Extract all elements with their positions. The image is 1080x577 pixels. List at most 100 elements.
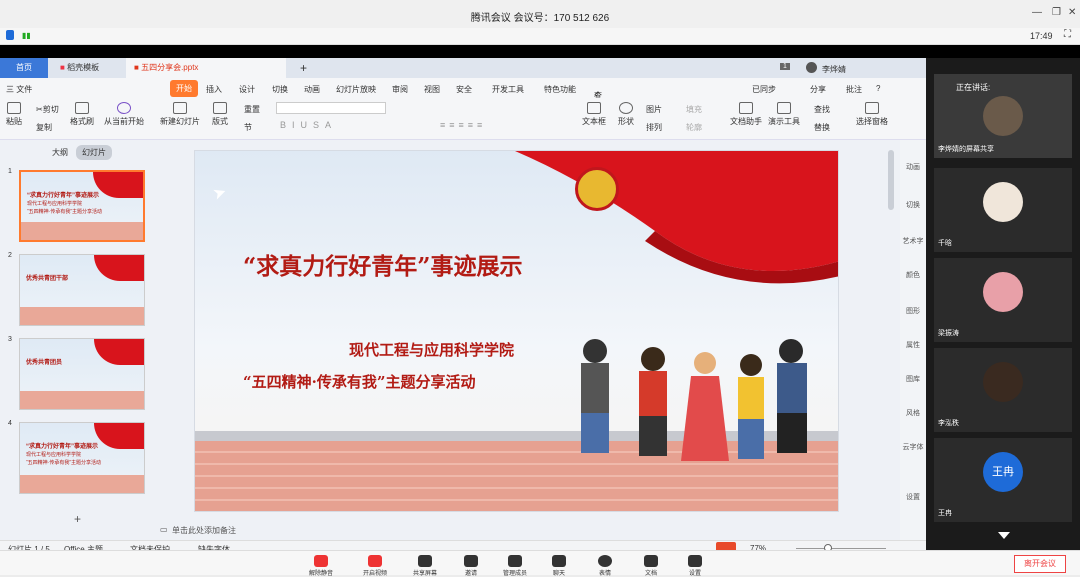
thumb-title: 优秀共青团员 — [26, 360, 63, 366]
rail-settings[interactable]: 设置 — [900, 492, 926, 502]
present-tools-button[interactable]: 演示工具 — [768, 102, 800, 127]
synced-status[interactable]: 已同步 — [752, 84, 776, 95]
fill-button[interactable]: 填充 — [686, 104, 702, 115]
docs-button[interactable]: 文档 — [636, 555, 666, 577]
tab-home[interactable]: 首页 — [0, 58, 48, 78]
rail-properties[interactable]: 属性 — [900, 340, 926, 350]
tab-template[interactable]: ■ 稻壳模板 — [52, 58, 124, 78]
cut-button[interactable]: ✂剪切 — [36, 104, 59, 115]
slide-title: “求真力行好青年”事迹展示 — [243, 253, 523, 280]
rail-transition[interactable]: 切换 — [900, 200, 926, 210]
menu-slideshow[interactable]: 幻灯片放映 — [336, 84, 376, 95]
font-style-buttons[interactable]: BIUSA — [280, 120, 337, 130]
emoji-button[interactable]: 表情 — [590, 555, 620, 577]
chat-label: 聊天 — [552, 571, 565, 577]
menu-review[interactable]: 审阅 — [392, 84, 408, 95]
image-button[interactable]: 图片 — [646, 104, 662, 115]
menu-devtools[interactable]: 开发工具 — [492, 84, 524, 95]
slide-thumbnail[interactable]: 优秀共青团员 — [19, 338, 145, 410]
thumb-title: “求真力行好青年”事迹展示 — [27, 193, 100, 199]
reset-button[interactable]: 重置 — [244, 104, 260, 115]
share-button[interactable]: 分享 — [810, 84, 826, 95]
rail-cloud-font[interactable]: 云字体 — [900, 442, 926, 452]
settings-button[interactable]: 设置 — [680, 555, 710, 577]
mute-button[interactable]: 解除静音 — [306, 555, 336, 577]
notes-area[interactable]: ▭ 单击此处添加备注 — [160, 520, 900, 540]
shape-button[interactable]: 形状 — [618, 102, 634, 127]
new-slide-button[interactable]: 新建幻灯片 — [160, 102, 200, 127]
vertical-scrollbar[interactable] — [888, 150, 894, 210]
slide-thumbnail[interactable]: 优秀共青团干部 — [19, 254, 145, 326]
chat-button[interactable]: 聊天 — [544, 555, 574, 577]
menu-animation[interactable]: 动画 — [304, 84, 320, 95]
arrange-button[interactable]: 排列 — [646, 122, 662, 133]
participant-tile[interactable]: 梁振涛 — [934, 258, 1072, 342]
font-family-select[interactable] — [276, 102, 386, 114]
rail-graphics[interactable]: 图形 — [900, 306, 926, 316]
paste-button[interactable]: 粘贴 — [6, 102, 22, 127]
rail-gallery[interactable]: 图库 — [900, 374, 926, 384]
slide-thumbnail[interactable]: “求真力行好青年”事迹展示 现代工程与应用科学学院 “五四精神·传承有我”主题分享活… — [19, 422, 145, 494]
outline-button[interactable]: 轮廓 — [686, 122, 702, 133]
brush-icon — [75, 102, 89, 114]
scroll-down-icon[interactable] — [998, 532, 1010, 539]
arrange-label: 排列 — [646, 123, 662, 132]
textbox-button[interactable]: 文本框 — [582, 102, 606, 127]
doc-assistant-label: 文档助手 — [730, 117, 762, 126]
section-button[interactable]: 节 — [244, 122, 252, 133]
minimize-button[interactable]: — — [1032, 7, 1042, 18]
help-button[interactable]: ? — [876, 84, 880, 93]
ppt-icon: ■ — [134, 63, 139, 72]
menu-insert[interactable]: 插入 — [206, 84, 222, 95]
copy-button[interactable]: 复制 — [36, 122, 52, 133]
meeting-toolbar: 解除静音 开启视频 共享屏幕 邀请 管理成员 聊天 表情 文档 设置 离开会议 — [0, 550, 1080, 577]
slide-thumbnail[interactable]: “求真力行好青年”事迹展示 现代工程与应用科学学院 “五四精神·传承有我”主题分享活… — [19, 170, 145, 242]
thumbnail-number: 1 — [8, 168, 12, 175]
video-button[interactable]: 开启视频 — [360, 555, 390, 577]
zoom-slider[interactable] — [796, 548, 886, 549]
fullscreen-icon[interactable]: ⛶ — [1064, 29, 1071, 40]
new-tab-button[interactable]: + — [292, 58, 315, 78]
slide-editor: ➤ “求真力行好青年”事迹展示 现代工程与应用科学学院 “五四精神·传承有我”主… — [160, 140, 900, 520]
user-avatar[interactable] — [806, 62, 817, 73]
layout-button[interactable]: 版式 — [212, 102, 228, 127]
replace-button[interactable]: 替换 — [814, 122, 830, 133]
menu-start[interactable]: 开始 — [170, 80, 198, 97]
paragraph-align-buttons[interactable]: ≡≡≡≡≡ — [440, 120, 486, 130]
rail-color[interactable]: 颜色 — [900, 270, 926, 280]
rail-wordart[interactable]: 艺术字 — [900, 236, 926, 246]
outline-tab[interactable]: 大纲 — [52, 147, 68, 158]
select-pane-button[interactable]: 选择窗格 — [856, 102, 888, 127]
tab-document[interactable]: ■ 五四分享会.pptx — [126, 58, 286, 78]
reset-label: 重置 — [244, 105, 260, 114]
from-current-label: 从当前开始 — [104, 117, 144, 126]
invite-button[interactable]: 邀请 — [456, 555, 486, 577]
current-slide[interactable]: ➤ “求真力行好青年”事迹展示 现代工程与应用科学学院 “五四精神·传承有我”主… — [194, 150, 839, 512]
rail-animation[interactable]: 动画 — [900, 162, 926, 172]
members-button[interactable]: 管理成员 — [500, 555, 530, 577]
comment-button[interactable]: 批注 — [846, 84, 862, 95]
menu-features[interactable]: 特色功能 — [544, 84, 576, 95]
find-button[interactable]: 查找 — [814, 104, 830, 115]
menu-design[interactable]: 设计 — [239, 84, 255, 95]
menu-view[interactable]: 视图 — [424, 84, 440, 95]
slides-tab[interactable]: 幻灯片 — [76, 145, 112, 160]
user-name[interactable]: 李烨婧 — [822, 64, 846, 75]
restore-button[interactable]: ❐ — [1052, 7, 1061, 18]
from-current-button[interactable]: 从当前开始 — [104, 102, 144, 127]
leave-meeting-button[interactable]: 离开会议 — [1014, 555, 1066, 573]
add-slide-button[interactable]: + — [74, 512, 81, 526]
close-button[interactable]: ✕ — [1068, 7, 1076, 18]
share-screen-button[interactable]: 共享屏幕 — [410, 555, 440, 577]
menu-transition[interactable]: 切换 — [272, 84, 288, 95]
wps-window: 首页 ■ 稻壳模板 ■ 五四分享会.pptx + 1 李烨婧 三 文件 开始 插… — [0, 58, 926, 556]
file-menu[interactable]: 三 文件 — [6, 84, 32, 95]
doc-assistant-button[interactable]: 文档助手 — [730, 102, 762, 127]
participant-tile[interactable]: 王冉 王冉 — [934, 438, 1072, 522]
outline-label: 轮廓 — [686, 123, 702, 132]
rail-style[interactable]: 风格 — [900, 408, 926, 418]
format-painter-button[interactable]: 格式刷 — [70, 102, 94, 127]
participant-tile[interactable]: 千晗 — [934, 168, 1072, 252]
menu-security[interactable]: 安全 — [456, 84, 472, 95]
participant-tile[interactable]: 李泓秩 — [934, 348, 1072, 432]
